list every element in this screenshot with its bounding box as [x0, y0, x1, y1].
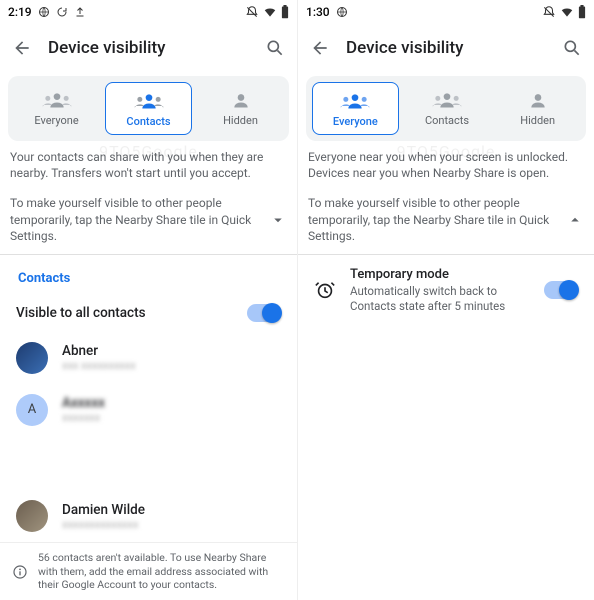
panel-right-everyone: 9TO5Google 1:30 Device visibility	[297, 0, 594, 600]
app-bar: Device visibility	[0, 24, 297, 72]
search-icon[interactable]	[562, 38, 582, 58]
segment-hidden[interactable]: Hidden	[198, 82, 283, 135]
panel-left-contacts: 9TO5Google 2:19	[0, 0, 297, 600]
visibility-segments: Everyone Contacts Hidden	[306, 76, 586, 141]
contact-row[interactable]: Abner xxx xxxxxxxxxx	[0, 332, 297, 384]
app-bar: Device visibility	[298, 24, 594, 72]
desc-secondary: To make yourself visible to other people…	[10, 195, 269, 244]
alarm-icon	[314, 279, 336, 301]
temp-mode-switch[interactable]	[544, 281, 578, 299]
desc-primary: Your contacts can share with you when th…	[0, 149, 297, 189]
back-icon[interactable]	[12, 38, 32, 58]
segment-everyone-label: Everyone	[18, 114, 95, 127]
segment-contacts[interactable]: Contacts	[405, 82, 490, 135]
chevron-up-icon	[566, 211, 584, 229]
status-time: 2:19	[8, 5, 32, 19]
footer-note: 56 contacts aren't available. To use Nea…	[0, 542, 297, 600]
segment-everyone[interactable]: Everyone	[14, 82, 99, 135]
avatar	[16, 500, 48, 532]
contact-name: Axxxxx	[62, 395, 281, 411]
contact-sub: xxx xxxxxxxxxx	[62, 359, 281, 372]
visible-to-all-switch[interactable]	[247, 304, 281, 322]
battery-icon	[578, 5, 586, 19]
temporary-mode-row[interactable]: Temporary mode Automatically switch back…	[298, 255, 594, 326]
contact-row[interactable]: Damien Wilde xxxxxxxxxxxxxx	[0, 490, 297, 542]
status-bar: 2:19	[0, 0, 297, 24]
battery-icon	[281, 5, 289, 19]
temp-mode-sub: Automatically switch back to Contacts st…	[350, 284, 530, 314]
desc-primary: Everyone near you when your screen is un…	[298, 149, 594, 189]
browser-icon	[38, 6, 50, 18]
desc-secondary-row[interactable]: To make yourself visible to other people…	[0, 189, 297, 255]
info-icon	[12, 551, 28, 592]
contacts-section-label: Contacts	[0, 255, 297, 294]
contact-name: Abner	[62, 343, 281, 359]
browser-icon	[336, 6, 348, 18]
desc-secondary-row[interactable]: To make yourself visible to other people…	[298, 189, 594, 255]
upload-icon	[74, 6, 86, 18]
status-bar: 1:30	[298, 0, 594, 24]
dnd-icon	[542, 5, 556, 19]
dnd-icon	[245, 5, 259, 19]
footer-text: 56 contacts aren't available. To use Nea…	[38, 551, 285, 592]
segment-hidden[interactable]: Hidden	[495, 82, 580, 135]
contact-sub: xxxxxxx	[62, 411, 281, 424]
page-title: Device visibility	[48, 38, 249, 58]
avatar	[16, 342, 48, 374]
contact-name: Damien Wilde	[62, 502, 281, 518]
back-icon[interactable]	[310, 38, 330, 58]
contact-row[interactable]: A Axxxxx xxxxxxx	[0, 384, 297, 436]
segment-hidden-label: Hidden	[202, 114, 279, 127]
segment-contacts[interactable]: Contacts	[105, 82, 192, 135]
avatar: A	[16, 394, 48, 426]
wifi-icon	[263, 5, 277, 19]
page-title: Device visibility	[346, 38, 546, 58]
segment-everyone[interactable]: Everyone	[312, 82, 399, 135]
contact-sub: xxxxxxxxxxxxxx	[62, 518, 281, 531]
visibility-segments: Everyone Contacts Hidden	[8, 76, 289, 141]
segment-everyone-label: Everyone	[317, 115, 394, 128]
refresh-icon	[56, 6, 68, 18]
wifi-icon	[560, 5, 574, 19]
segment-contacts-label: Contacts	[409, 114, 486, 127]
segment-contacts-label: Contacts	[110, 115, 187, 128]
visible-to-all-row[interactable]: Visible to all contacts	[0, 294, 297, 332]
search-icon[interactable]	[265, 38, 285, 58]
segment-hidden-label: Hidden	[499, 114, 576, 127]
status-time: 1:30	[306, 5, 330, 19]
temp-mode-title: Temporary mode	[350, 267, 530, 282]
chevron-down-icon	[269, 211, 287, 229]
visible-to-all-label: Visible to all contacts	[16, 305, 233, 321]
desc-secondary: To make yourself visible to other people…	[308, 195, 566, 244]
